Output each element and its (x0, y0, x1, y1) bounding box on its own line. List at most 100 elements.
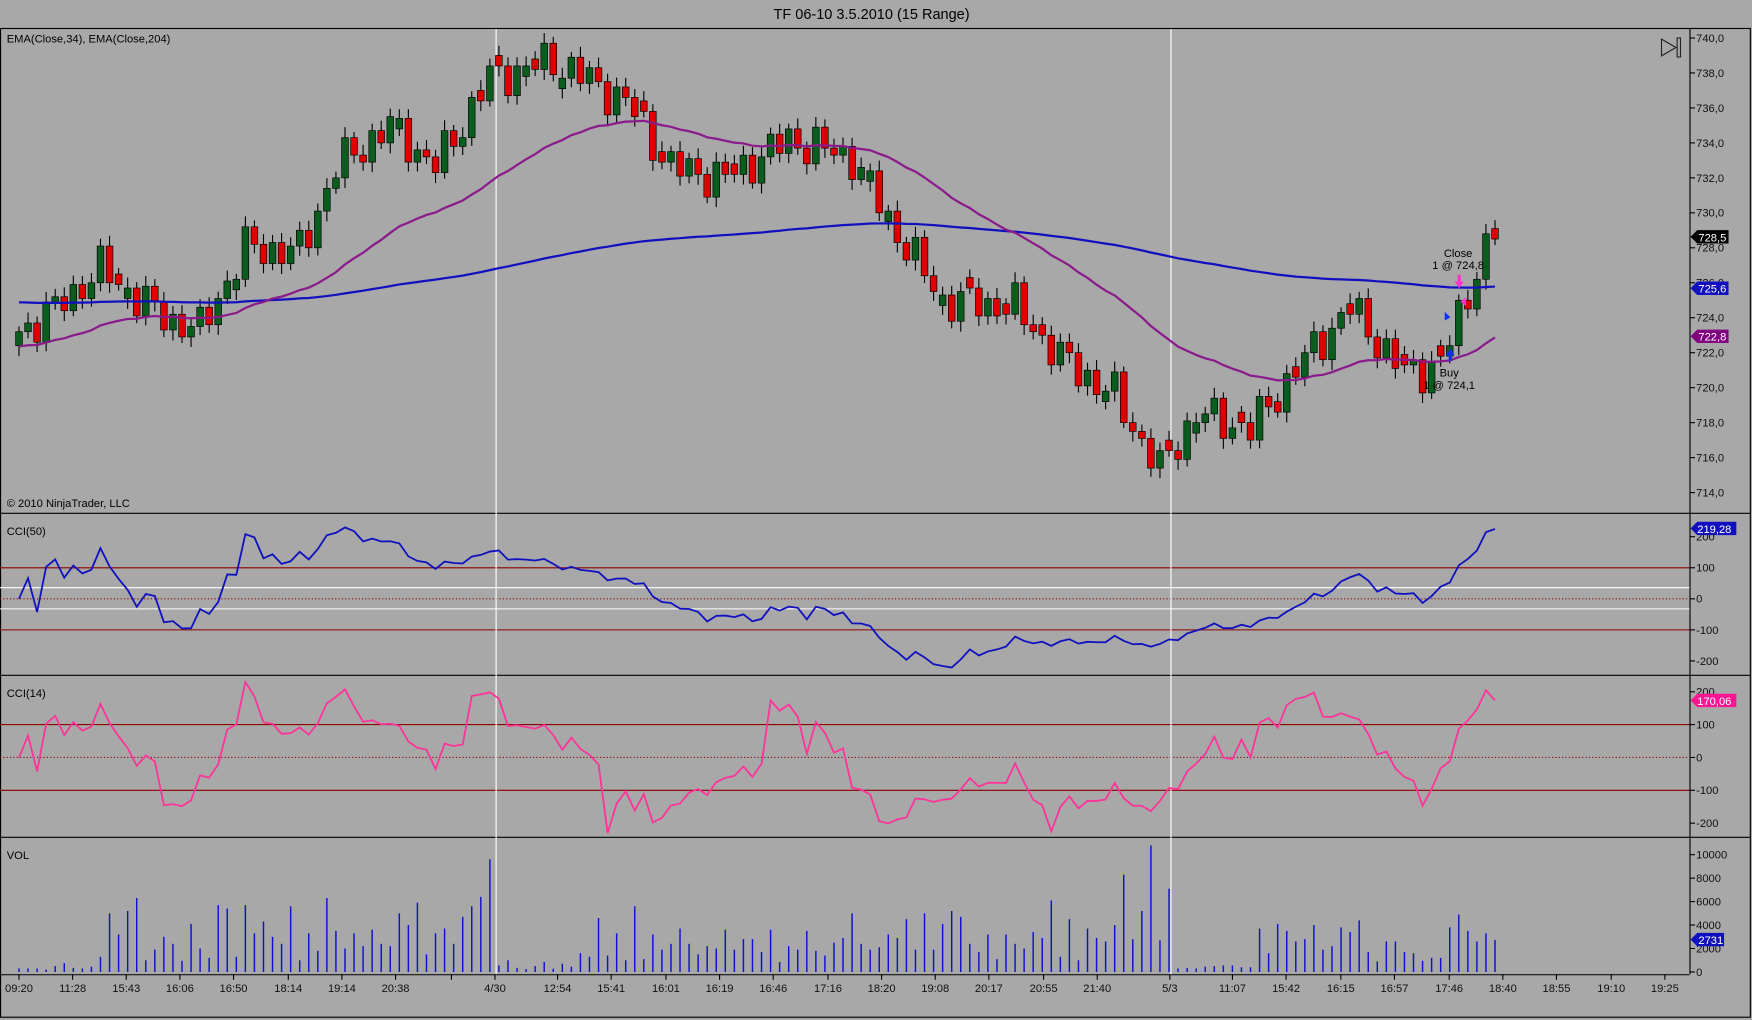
time-axis-label: 18:40 (1489, 983, 1517, 995)
ema204-tag: 725,6 (1690, 281, 1729, 296)
candle-down (1074, 352, 1083, 387)
candle-down (1219, 397, 1228, 439)
candle-up (386, 116, 394, 144)
cci50-tag: 219,28 (1690, 521, 1737, 536)
time-axis-label: 16:57 (1380, 983, 1408, 995)
candle-down (703, 174, 711, 198)
time-axis-label: 18:55 (1543, 983, 1571, 995)
candle-up (413, 149, 422, 163)
candle-down (830, 147, 838, 156)
time-axis-label: 16:19 (706, 983, 734, 995)
candle-up (667, 151, 675, 163)
candle-down (477, 90, 485, 102)
cci14-label: CCI(14) (7, 688, 46, 700)
time-axis-label: 20:38 (382, 983, 410, 995)
time-axis-label: 18:14 (274, 983, 302, 995)
candle-up (739, 154, 748, 175)
candle-up (486, 65, 494, 102)
candle-down (920, 236, 929, 277)
candle-down (1147, 438, 1155, 469)
candle-down (1264, 396, 1273, 408)
candle-down (1120, 371, 1128, 423)
candle-down (1174, 450, 1182, 460)
candle-up (323, 188, 331, 212)
candle-down (1129, 422, 1137, 432)
volume-axis-tick-label: 4000 (1696, 920, 1721, 932)
price-axis-tick-label: 732,0 (1696, 173, 1724, 185)
candle-up (1455, 299, 1463, 347)
cci50-axis-tick-label: 0 (1696, 594, 1702, 606)
time-axis-label: 20:17 (975, 983, 1003, 995)
candle-up (1310, 331, 1318, 354)
candle-down (1292, 366, 1300, 378)
candle-up (1473, 278, 1481, 310)
candle-up (232, 278, 241, 291)
candle-down (730, 163, 739, 175)
candle-down (622, 86, 630, 98)
price-axis-tick-label: 738,0 (1696, 68, 1724, 80)
time-axis-label: 19:08 (921, 983, 949, 995)
candle-up (1255, 396, 1264, 441)
candle-down (966, 277, 974, 289)
candle-up (938, 294, 947, 306)
price-axis-tick-label: 734,0 (1696, 138, 1724, 150)
candle-down (721, 161, 729, 175)
candle-up (440, 130, 449, 173)
time-axis-label: 4/30 (484, 983, 506, 995)
candle-down (1029, 324, 1037, 333)
candle-down (631, 97, 639, 117)
candle-down (449, 130, 458, 147)
buy-label: Buy (1440, 367, 1460, 379)
price-axis-tick-label: 724,0 (1696, 313, 1724, 325)
candle-up (757, 156, 766, 184)
candle-up (558, 77, 567, 90)
candle-up (241, 226, 250, 280)
time-axis-label: 16:50 (220, 983, 248, 995)
candle-up (332, 177, 340, 189)
price-axis-tick-label: 716,0 (1696, 453, 1724, 465)
time-axis-label: 17:46 (1435, 983, 1463, 995)
candle-down (1273, 401, 1282, 413)
candle-down (105, 245, 114, 284)
candle-up (612, 86, 621, 116)
cci14-axis-tick-label: 100 (1696, 720, 1715, 732)
candle-down (775, 133, 784, 154)
time-axis-label: 19:14 (328, 983, 356, 995)
candle-up (51, 296, 59, 303)
candle-down (151, 285, 159, 303)
candle-up (268, 242, 277, 264)
candle-down (975, 287, 983, 317)
candle-up (87, 282, 96, 299)
candle-down (803, 147, 811, 165)
time-axis-label: 21:40 (1083, 983, 1111, 995)
candle-up (314, 210, 322, 249)
candle-up (911, 236, 920, 261)
time-axis-label: 16:01 (652, 983, 680, 995)
candle-up (395, 118, 404, 130)
candle-up (513, 65, 521, 97)
candle-up (540, 42, 548, 70)
price-axis-tick-label: 730,0 (1696, 208, 1724, 220)
candle-down (1391, 338, 1400, 369)
candle-down (902, 242, 911, 261)
candle-down (1165, 439, 1173, 451)
candle-down (576, 56, 585, 84)
candle-down (848, 146, 856, 180)
candle-down (929, 275, 938, 292)
candle-up (585, 67, 594, 84)
candle-up (1328, 327, 1336, 361)
window-title: TF 06-10 3.5.2010 (15 Range) (773, 7, 969, 23)
price-axis-tick-label: 740,0 (1696, 33, 1724, 45)
candle-up (368, 130, 376, 163)
candle-up (96, 245, 105, 284)
candle-down (948, 294, 956, 322)
candle-down (250, 226, 259, 245)
candle-up (839, 146, 847, 156)
candle-up (1056, 341, 1065, 366)
time-axis-label: 16:06 (166, 983, 194, 995)
candle-down (1319, 331, 1327, 361)
candle-up (1228, 427, 1237, 439)
candle-down (359, 154, 367, 163)
price-axis-tick-label: 722,0 (1696, 348, 1724, 360)
candle-down (1092, 369, 1101, 395)
